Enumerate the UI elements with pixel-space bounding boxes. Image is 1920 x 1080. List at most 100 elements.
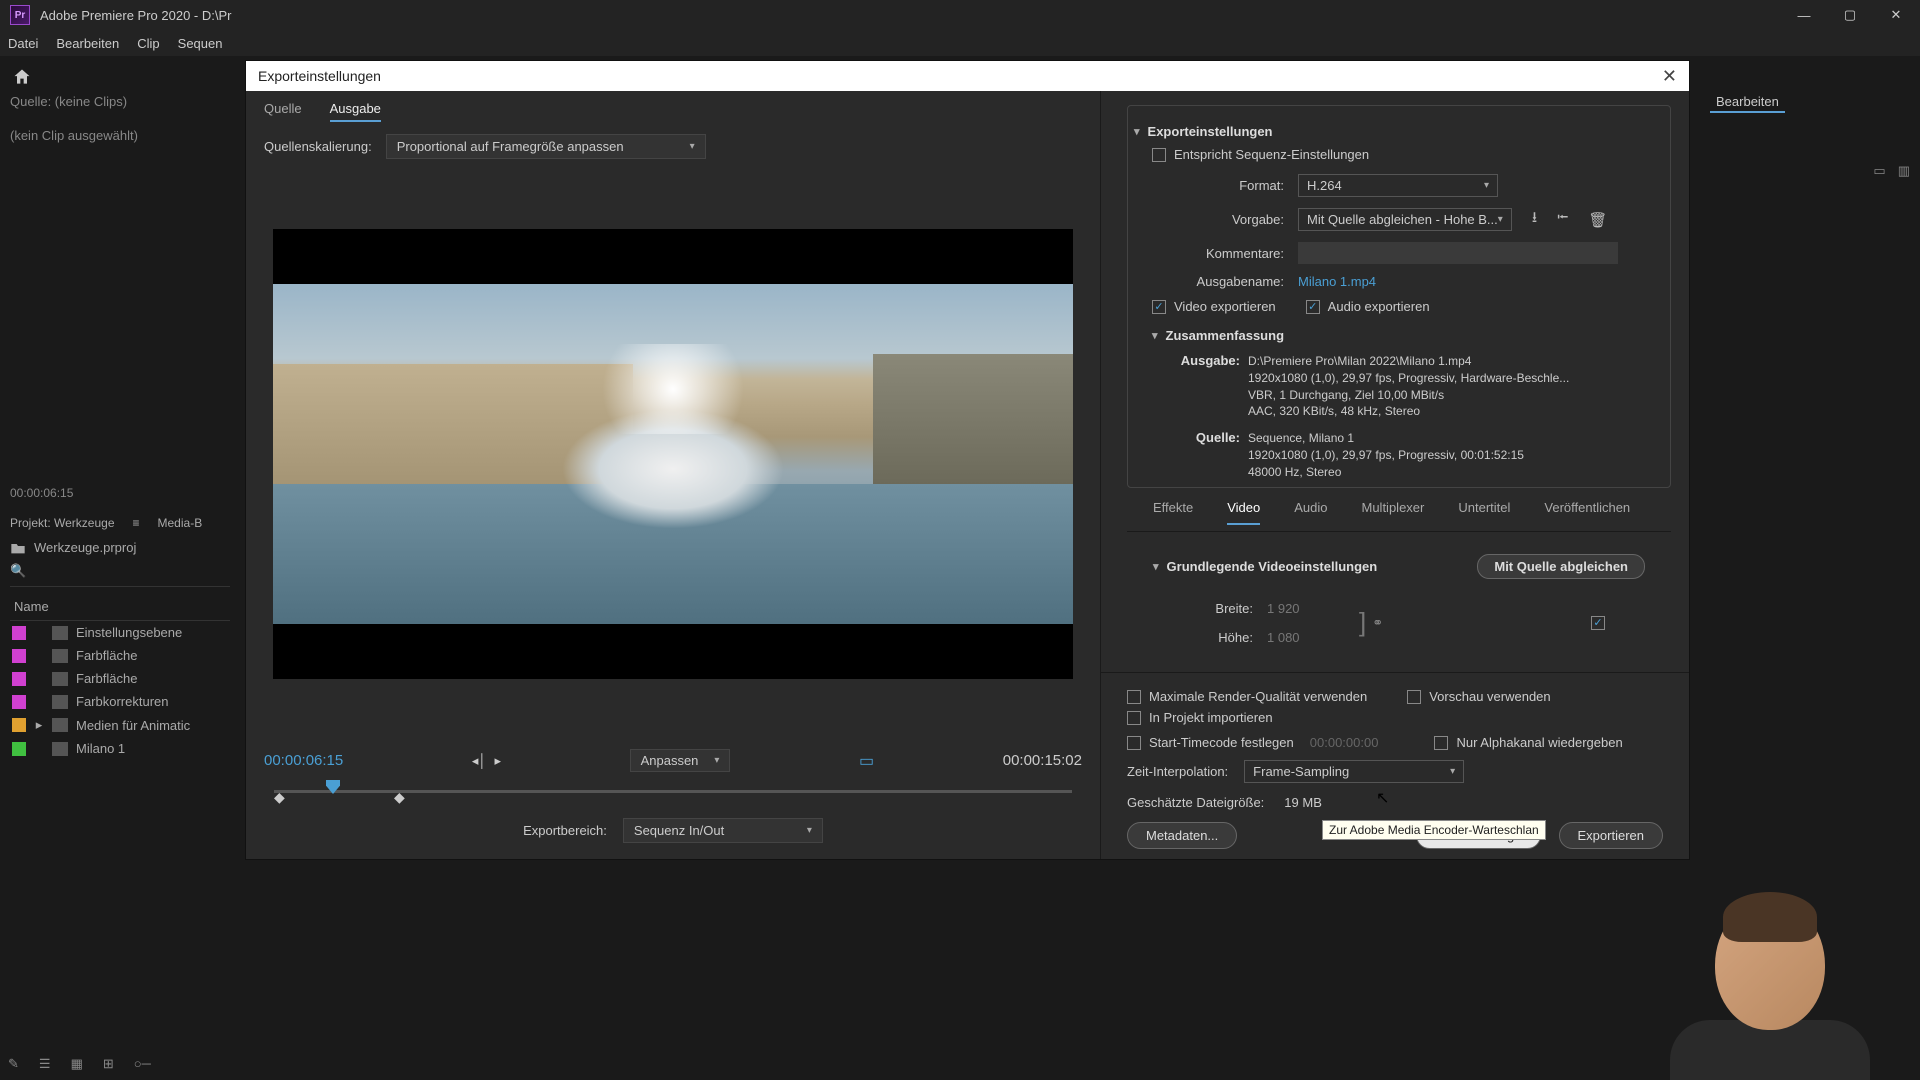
estimated-size-value: 19 MB xyxy=(1284,795,1322,810)
list-view-icon[interactable]: ☰ xyxy=(39,1056,51,1072)
menu-clip[interactable]: Clip xyxy=(137,36,159,51)
asset-type-icon xyxy=(52,695,68,709)
column-header-name[interactable]: Name xyxy=(10,593,230,621)
maximize-icon[interactable]: ▢ xyxy=(1841,6,1859,24)
list-item[interactable]: Farbkorrekturen xyxy=(10,690,230,713)
play-icon[interactable]: ▸ xyxy=(494,753,501,769)
menu-sequenz[interactable]: Sequen xyxy=(178,36,223,51)
preview-frame xyxy=(273,284,1073,624)
chevron-down-icon[interactable]: ▾ xyxy=(1134,125,1140,138)
scrubber[interactable]: ◆ ◆ xyxy=(274,780,1072,804)
list-item[interactable]: Farbfläche xyxy=(10,667,230,690)
format-dropdown[interactable]: H.264 ▾ xyxy=(1298,174,1498,197)
tab-video[interactable]: Video xyxy=(1227,500,1260,525)
delete-preset-icon[interactable]: 🗑 xyxy=(1588,211,1607,229)
export-range-dropdown[interactable]: Sequenz In/Out ▾ xyxy=(623,818,823,843)
source-panel-tab[interactable]: Quelle: (keine Clips) xyxy=(10,94,127,109)
chevron-down-icon[interactable]: ▾ xyxy=(1152,329,1158,342)
asset-name: Farbfläche xyxy=(76,648,137,663)
icon-view-icon[interactable]: ▦ xyxy=(71,1056,83,1072)
width-label: Breite: xyxy=(1153,601,1253,616)
queue-tooltip: Zur Adobe Media Encoder-Warteschlan xyxy=(1322,820,1546,840)
panel-menu-icon[interactable]: ≡ xyxy=(133,516,140,530)
pen-tool-icon[interactable]: ✎ xyxy=(8,1056,19,1072)
project-tab[interactable]: Projekt: Werkzeuge xyxy=(10,516,115,530)
chevron-down-icon[interactable]: ▾ xyxy=(1153,560,1159,573)
set-start-timecode-checkbox[interactable] xyxy=(1127,736,1141,750)
bin-icon xyxy=(10,541,26,555)
preset-label: Vorgabe: xyxy=(1134,212,1284,227)
export-audio-checkbox[interactable] xyxy=(1306,300,1320,314)
max-render-quality-checkbox[interactable] xyxy=(1127,690,1141,704)
output-name-link[interactable]: Milano 1.mp4 xyxy=(1298,274,1376,289)
asset-type-icon xyxy=(52,742,68,756)
save-preset-icon[interactable]: ⭳ xyxy=(1532,207,1537,232)
import-preset-icon[interactable]: ⭰ xyxy=(1557,207,1568,232)
home-icon[interactable] xyxy=(12,67,32,87)
search-icon[interactable]: 🔍 xyxy=(10,563,26,578)
tab-ausgabe[interactable]: Ausgabe xyxy=(330,101,381,122)
preset-value: Mit Quelle abgleichen - Hohe B... xyxy=(1307,212,1498,227)
preview-area[interactable] xyxy=(273,229,1073,679)
list-item[interactable]: Farbfläche xyxy=(10,644,230,667)
tab-quelle[interactable]: Quelle xyxy=(264,101,302,122)
aspect-ratio-icon[interactable]: ▭ xyxy=(859,751,874,771)
asset-name: Einstellungsebene xyxy=(76,625,182,640)
tab-multiplexer[interactable]: Multiplexer xyxy=(1362,500,1425,525)
start-timecode-value[interactable]: 00:00:00:00 xyxy=(1310,735,1379,750)
panel-icon[interactable]: ▥ xyxy=(1898,163,1910,179)
link-dimensions-icon[interactable]: ⚭ xyxy=(1372,615,1383,631)
summary-source-text: Sequence, Milano 1 1920x1080 (1,0), 29,9… xyxy=(1248,430,1664,480)
folder-icon[interactable]: ▭ xyxy=(1873,163,1885,179)
label-color-chip xyxy=(12,649,26,663)
webcam-overlay xyxy=(1640,860,1900,1080)
export-video-checkbox[interactable] xyxy=(1152,300,1166,314)
close-icon[interactable]: ✕ xyxy=(1662,66,1677,87)
project-filename: Werkzeuge.prproj xyxy=(34,540,136,555)
step-back-icon[interactable]: ◂│ xyxy=(472,753,487,769)
in-point-icon[interactable]: ◆ xyxy=(274,789,285,806)
app-title: Adobe Premiere Pro 2020 - D:\Pr xyxy=(40,8,231,23)
source-scaling-dropdown[interactable]: Proportional auf Framegröße anpassen ▾ xyxy=(386,134,706,159)
zoom-slider-icon[interactable]: ○─ xyxy=(134,1056,151,1072)
match-source-button[interactable]: Mit Quelle abgleichen xyxy=(1477,554,1645,579)
source-scaling-value: Proportional auf Framegröße anpassen xyxy=(397,139,624,154)
menu-datei[interactable]: Datei xyxy=(8,36,38,51)
width-value[interactable]: 1 920 xyxy=(1267,601,1317,616)
preset-dropdown[interactable]: Mit Quelle abgleichen - Hohe B... ▾ xyxy=(1298,208,1512,231)
label-color-chip xyxy=(12,695,26,709)
timecode-in[interactable]: 00:00:06:15 xyxy=(264,752,343,769)
tab-audio[interactable]: Audio xyxy=(1294,500,1327,525)
freeform-view-icon[interactable]: ⊞ xyxy=(103,1056,114,1072)
import-into-project-checkbox[interactable] xyxy=(1127,711,1141,725)
metadata-button[interactable]: Metadaten... xyxy=(1127,822,1237,849)
height-value[interactable]: 1 080 xyxy=(1267,630,1317,645)
expand-arrow-icon[interactable]: ▸ xyxy=(34,717,44,733)
comments-input[interactable] xyxy=(1298,242,1618,264)
chevron-down-icon: ▾ xyxy=(1484,180,1489,191)
export-button[interactable]: Exportieren xyxy=(1559,822,1663,849)
menu-bearbeiten[interactable]: Bearbeiten xyxy=(56,36,119,51)
alpha-only-checkbox[interactable] xyxy=(1434,736,1448,750)
bearbeiten-tab[interactable]: Bearbeiten xyxy=(1710,92,1785,113)
dimensions-lock-checkbox[interactable] xyxy=(1591,616,1605,630)
fit-dropdown[interactable]: Anpassen ▾ xyxy=(630,749,731,772)
list-item[interactable]: ▸Medien für Animatic xyxy=(10,713,230,737)
media-browser-tab[interactable]: Media-B xyxy=(158,516,203,530)
close-window-icon[interactable]: ✕ xyxy=(1887,6,1905,24)
alpha-only-label: Nur Alphakanal wiedergeben xyxy=(1456,735,1622,750)
asset-type-icon xyxy=(52,649,68,663)
tab-captions[interactable]: Untertitel xyxy=(1458,500,1510,525)
import-into-project-label: In Projekt importieren xyxy=(1149,710,1273,725)
out-point-icon[interactable]: ◆ xyxy=(394,789,405,806)
match-sequence-checkbox[interactable] xyxy=(1152,148,1166,162)
list-item[interactable]: Einstellungsebene xyxy=(10,621,230,644)
list-item[interactable]: Milano 1 xyxy=(10,737,230,760)
use-previews-checkbox[interactable] xyxy=(1407,690,1421,704)
mouse-cursor-icon: ↖ xyxy=(1376,788,1389,808)
tab-effects[interactable]: Effekte xyxy=(1153,500,1193,525)
minimize-icon[interactable]: — xyxy=(1795,6,1813,24)
time-interpolation-label: Zeit-Interpolation: xyxy=(1127,764,1228,779)
time-interpolation-dropdown[interactable]: Frame-Sampling ▾ xyxy=(1244,760,1464,783)
tab-publish[interactable]: Veröffentlichen xyxy=(1544,500,1630,525)
